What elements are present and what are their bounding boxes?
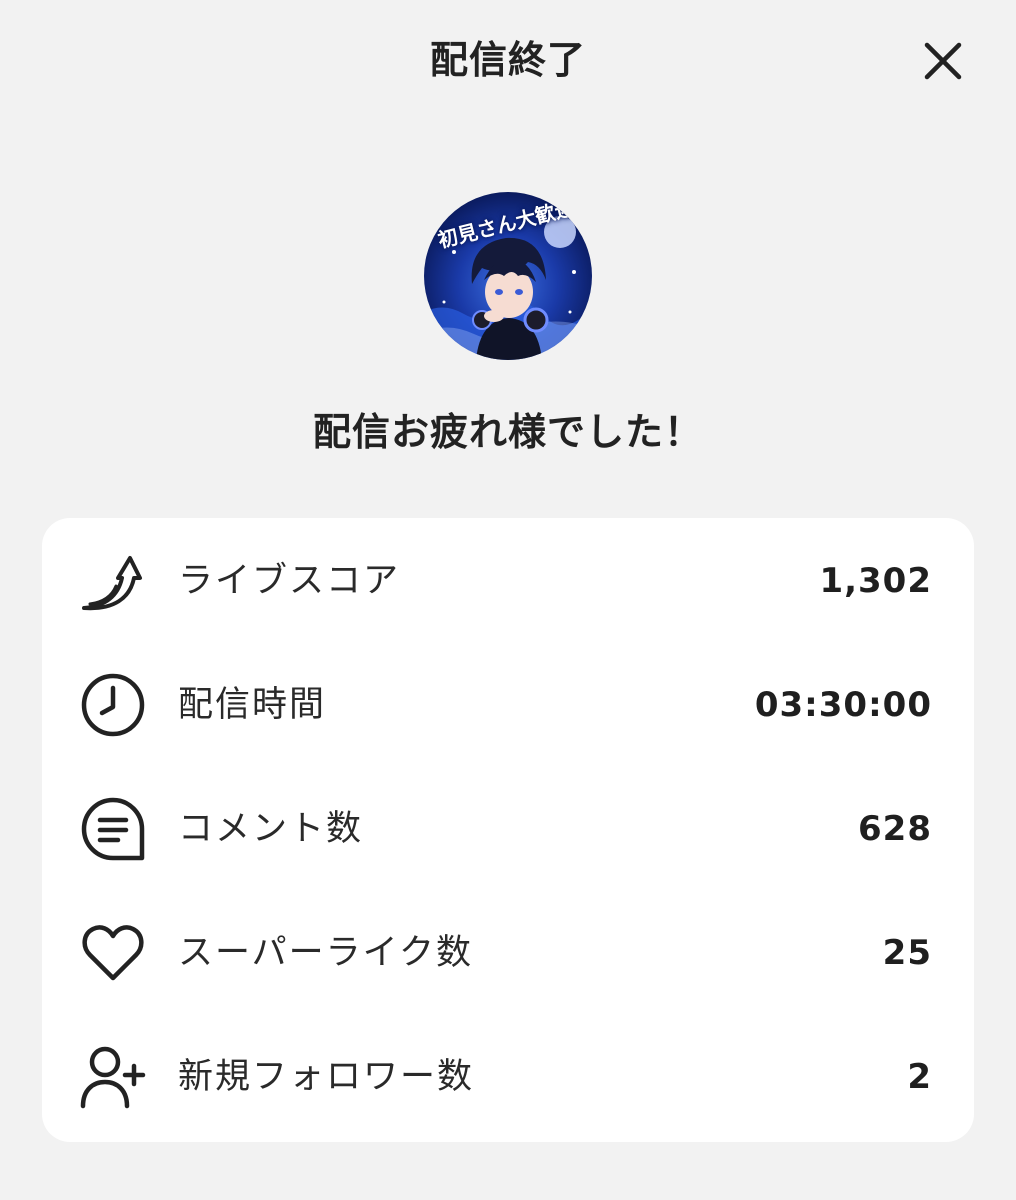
stat-label: 配信時間: [178, 685, 327, 725]
page-title: 配信終了: [429, 38, 586, 82]
add-user-icon: [80, 1046, 146, 1109]
stat-label: ライブスコア: [178, 561, 401, 601]
heart-icon: [82, 925, 144, 981]
comment-icon: [81, 797, 145, 861]
trend-arrow-icon: [82, 556, 142, 611]
stat-label: コメント数: [178, 809, 364, 849]
close-icon: [924, 42, 962, 80]
stat-value: 03:30:00: [754, 685, 932, 725]
stat-value: 1,302: [819, 561, 932, 601]
end-message: 配信お疲れ様でした！: [312, 410, 703, 454]
avatar: 初見さん大歓迎: [424, 192, 592, 360]
stat-value: 25: [882, 933, 932, 973]
stat-row-live-score: ライブスコア 1,302: [42, 518, 974, 642]
close-button[interactable]: [914, 32, 972, 90]
stat-value: 628: [858, 809, 932, 849]
stat-row-new-followers: 新規フォロワー数 2: [42, 1014, 974, 1138]
stat-label: スーパーライク数: [178, 933, 473, 973]
clock-icon: [81, 673, 145, 737]
stats-card: ライブスコア 1,302 配信時間 03:30:00 コメント数 628 スーパ…: [42, 518, 974, 1142]
stat-row-super-likes: スーパーライク数 25: [42, 890, 974, 1014]
stat-value: 2: [907, 1057, 932, 1097]
stat-row-comments: コメント数 628: [42, 766, 974, 890]
stat-row-stream-time: 配信時間 03:30:00: [42, 642, 974, 766]
stat-label: 新規フォロワー数: [178, 1057, 475, 1097]
